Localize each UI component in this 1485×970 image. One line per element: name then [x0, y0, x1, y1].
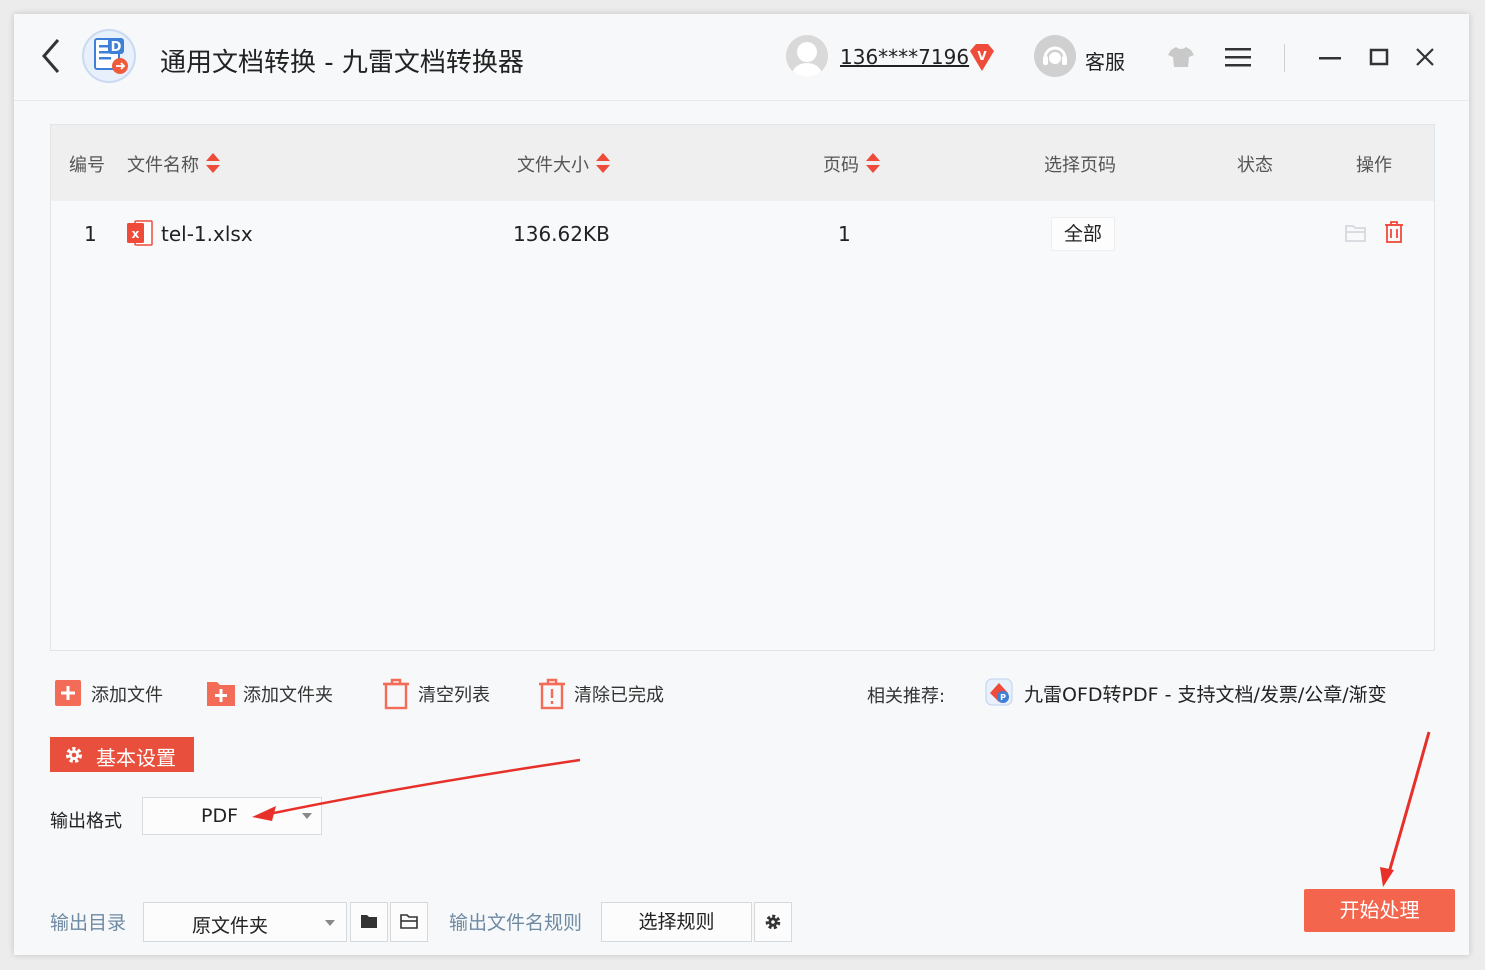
ofd-app-icon[interactable]: P [985, 678, 1013, 706]
column-header-file-size[interactable]: 文件大小 [517, 151, 611, 177]
output-format-label: 输出格式 [50, 811, 122, 832]
basic-settings-tab[interactable]: 基本设置 [50, 737, 194, 772]
sort-icon[interactable] [205, 152, 221, 174]
close-icon[interactable] [1414, 46, 1436, 68]
gear-icon [66, 747, 82, 763]
output-dir-label: 输出目录 [50, 912, 127, 934]
app-window: D 通用文档转换 - 九雷文档转换器 136****7196 V 客服 编号 文… [14, 14, 1469, 955]
clear-completed-icon [539, 678, 565, 710]
column-header-pages-label: 页码 [823, 155, 859, 176]
customer-service-icon[interactable] [1034, 35, 1076, 77]
rule-settings-button[interactable] [754, 902, 792, 942]
basic-settings-label: 基本设置 [96, 746, 176, 770]
table-header: 编号 文件名称 文件大小 页码 选择页码 状态 操作 [51, 125, 1434, 201]
select-pages-button[interactable]: 全部 [1051, 217, 1115, 251]
add-folder-label: 添加文件夹 [243, 685, 333, 706]
column-header-index: 编号 [69, 155, 105, 176]
open-folder-icon [400, 914, 418, 929]
column-header-actions: 操作 [1356, 155, 1392, 176]
row-file-size: 136.62KB [513, 222, 610, 246]
title-bar: D 通用文档转换 - 九雷文档转换器 136****7196 V 客服 [14, 14, 1469, 101]
maximize-icon[interactable] [1369, 47, 1389, 67]
minimize-icon[interactable] [1318, 48, 1342, 68]
add-file-button[interactable]: 添加文件 [55, 678, 175, 710]
select-rule-button[interactable]: 选择规则 [601, 902, 752, 942]
clear-list-button[interactable]: 清空列表 [382, 678, 512, 710]
recommend-label: 相关推荐: [867, 686, 946, 707]
open-output-folder-button[interactable] [390, 902, 428, 942]
chevron-down-icon [302, 813, 312, 819]
output-dir-value: 原文件夹 [192, 915, 269, 937]
trash-icon [383, 678, 409, 710]
app-logo-icon: D [82, 29, 136, 83]
clear-completed-label: 清除已完成 [574, 685, 664, 706]
column-header-file-name-label: 文件名称 [127, 155, 199, 176]
column-header-status: 状态 [1237, 155, 1273, 176]
row-file-name: tel-1.xlsx [161, 222, 253, 246]
menu-icon[interactable] [1224, 46, 1252, 68]
sort-icon[interactable] [865, 152, 881, 174]
annotation-arrowhead [1380, 867, 1394, 887]
file-table: 编号 文件名称 文件大小 页码 选择页码 状态 操作 1 x tel-1.xls… [50, 124, 1435, 651]
svg-text:P: P [1000, 693, 1006, 702]
column-header-file-name[interactable]: 文件名称 [127, 151, 221, 177]
skin-shirt-icon[interactable] [1167, 46, 1195, 68]
svg-text:D: D [111, 40, 122, 55]
output-dir-select[interactable]: 原文件夹 [143, 902, 347, 942]
row-pages: 1 [838, 222, 851, 246]
sort-icon[interactable] [595, 152, 611, 174]
recommend-link[interactable]: 九雷OFD转PDF - 支持文档/发票/公章/渐变 [1024, 680, 1387, 707]
customer-service-label[interactable]: 客服 [1085, 46, 1125, 75]
titlebar-divider [1284, 44, 1285, 72]
start-processing-button[interactable]: 开始处理 [1304, 889, 1455, 932]
vip-badge-label: V [977, 49, 987, 63]
clear-completed-button[interactable]: 清除已完成 [538, 678, 688, 710]
chevron-down-icon [325, 920, 335, 926]
add-file-icon [55, 680, 81, 706]
output-format-value: PDF [201, 805, 239, 827]
column-header-select-pages: 选择页码 [1044, 155, 1116, 176]
folder-icon [361, 915, 377, 928]
browse-folder-button[interactable] [350, 902, 388, 942]
column-header-file-size-label: 文件大小 [517, 155, 589, 176]
back-arrow-icon[interactable] [36, 36, 66, 76]
add-file-label: 添加文件 [91, 685, 163, 706]
add-folder-button[interactable]: 添加文件夹 [207, 678, 347, 710]
user-account-link[interactable]: 136****7196 [840, 45, 969, 69]
output-format-select[interactable]: PDF [142, 797, 322, 835]
delete-icon[interactable] [1384, 221, 1404, 243]
gear-icon [765, 914, 781, 930]
row-index: 1 [84, 222, 97, 246]
user-avatar-icon[interactable] [786, 35, 828, 77]
app-title: 通用文档转换 - 九雷文档转换器 [160, 48, 524, 78]
vip-badge-icon[interactable]: V [966, 41, 998, 73]
add-folder-icon [207, 682, 235, 706]
filename-rule-label: 输出文件名规则 [449, 912, 583, 934]
svg-text:x: x [132, 227, 140, 241]
column-header-pages[interactable]: 页码 [823, 151, 881, 177]
open-folder-icon[interactable] [1345, 223, 1367, 243]
excel-file-icon: x [127, 220, 153, 246]
clear-list-label: 清空列表 [418, 685, 490, 706]
